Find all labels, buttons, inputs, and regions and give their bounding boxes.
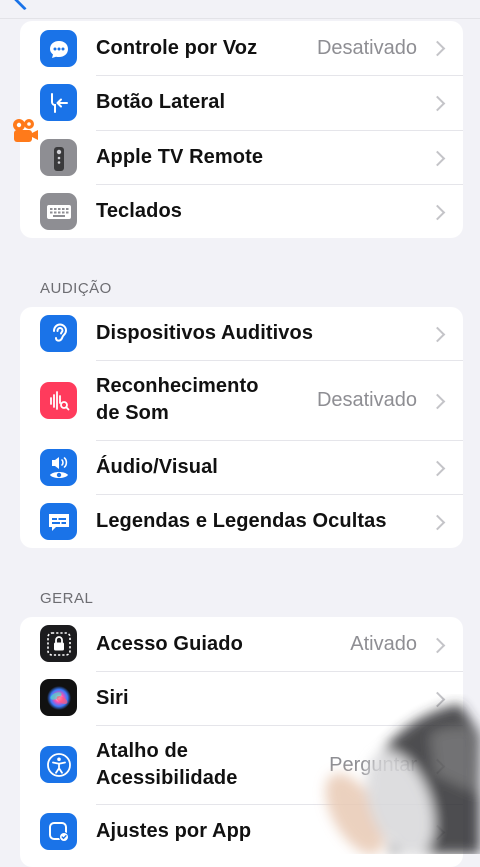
row-sound-recognition[interactable]: Reconhecimento de Som Desativado (20, 361, 463, 440)
row-per-app-settings[interactable]: Ajustes por App (20, 805, 463, 858)
row-keyboards[interactable]: Teclados (20, 185, 463, 238)
sound-recognition-icon (40, 382, 77, 419)
side-button-icon (40, 84, 77, 121)
video-app-watermark-icon (10, 116, 40, 146)
chevron-right-icon (429, 514, 446, 531)
row-label: Dispositivos Auditivos (96, 322, 314, 344)
row-apple-tv-remote[interactable]: Apple TV Remote (20, 131, 463, 185)
chevron-right-icon (429, 326, 446, 343)
chevron-right-icon (429, 95, 446, 112)
row-label: Acesso Guiado (96, 633, 243, 655)
general-settings-group: Acesso Guiado Ativado Siri Atalho de Ace… (20, 617, 463, 867)
section-header-hearing: AUDIÇÃO (40, 280, 112, 297)
row-accessibility-shortcut[interactable]: Atalho de Acessibilidade Perguntar (20, 726, 463, 804)
ear-icon (40, 315, 77, 352)
keyboard-icon (40, 193, 77, 230)
row-guided-access[interactable]: Acesso Guiado Ativado (20, 617, 463, 671)
row-label: Botão Lateral (96, 91, 226, 113)
row-value: Ativado (350, 633, 417, 655)
accessibility-icon (40, 746, 77, 783)
row-label-line-1: Atalho de (96, 740, 189, 762)
navigation-bar (0, 0, 480, 19)
row-label: Ajustes por App (96, 820, 252, 842)
row-captions[interactable]: Legendas e Legendas Ocultas (20, 495, 463, 548)
row-label-line-1: Reconhecimento (96, 375, 259, 397)
row-hearing-devices[interactable]: Dispositivos Auditivos (20, 307, 463, 360)
row-label-line-2: de Som (96, 402, 169, 424)
speaker-eye-icon (40, 449, 77, 486)
row-value: Desativado (316, 37, 417, 59)
per-app-settings-icon (40, 813, 77, 850)
tv-remote-icon (40, 139, 77, 176)
chevron-right-icon (429, 460, 446, 477)
row-label-line-2: Acessibilidade (96, 767, 238, 789)
chevron-right-icon (429, 824, 446, 841)
chevron-right-icon (429, 150, 446, 167)
row-label: Siri (96, 687, 129, 709)
row-voice-control[interactable]: Controle por Voz Desativado (20, 21, 463, 75)
voice-control-icon (40, 30, 77, 67)
row-value: Desativado (316, 389, 417, 411)
chevron-right-icon (429, 393, 446, 410)
captions-icon (40, 503, 77, 540)
row-label: Controle por Voz (96, 37, 258, 59)
row-side-button[interactable]: Botão Lateral (20, 76, 463, 130)
section-header-general: GERAL (40, 590, 94, 607)
siri-icon (40, 679, 77, 716)
chevron-right-icon (429, 40, 446, 57)
row-label: Áudio/Visual (96, 456, 218, 478)
back-chevron-icon[interactable] (12, 0, 37, 11)
row-label: Legendas e Legendas Ocultas (96, 510, 387, 532)
row-label: Apple TV Remote (96, 146, 264, 168)
hearing-settings-group: Dispositivos Auditivos Reconhecimento de… (20, 307, 463, 548)
chevron-right-icon (429, 204, 446, 221)
row-label: Teclados (96, 200, 183, 222)
row-value: Perguntar (329, 754, 417, 776)
vision-settings-group: Controle por Voz Desativado Botão Latera… (20, 21, 463, 238)
chevron-right-icon (429, 637, 446, 654)
row-audio-visual[interactable]: Áudio/Visual (20, 441, 463, 494)
guided-access-icon (40, 625, 77, 662)
row-siri[interactable]: Siri (20, 672, 463, 725)
chevron-right-icon (429, 691, 446, 708)
chevron-right-icon (429, 758, 446, 775)
